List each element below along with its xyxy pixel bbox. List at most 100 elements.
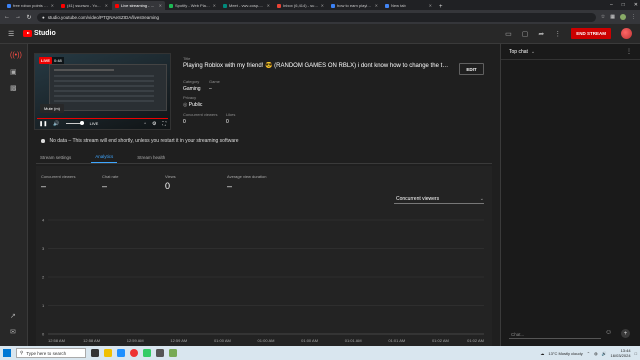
share-icon[interactable]: ➦ <box>538 30 544 38</box>
x-tick-label: 01:01 AM <box>345 338 362 343</box>
manage-icon[interactable]: ▩ <box>10 84 17 92</box>
volume-icon[interactable]: 🔊 <box>53 121 59 127</box>
x-tick-label: 01:01 AM <box>388 338 405 343</box>
url-field[interactable]: ● studio.youtube.com/video/PTQNAeSZIDA/l… <box>37 12 596 22</box>
y-tick-label: 4 <box>42 218 45 223</box>
emoji-icon[interactable]: ☺ <box>605 329 612 336</box>
browser-avatar[interactable] <box>620 14 626 20</box>
pause-icon[interactable]: ❚❚ <box>39 121 47 127</box>
x-tick-label: 01:00 AM <box>214 338 231 343</box>
status-dot-icon <box>41 139 45 143</box>
x-tick-label: 12:59 AM <box>170 338 187 343</box>
weather-text: 13°C Mostly cloudy <box>548 350 583 356</box>
browser-tab[interactable]: (41) ssunwo - YouTube✕ <box>58 1 111 10</box>
volume-slider[interactable] <box>65 121 84 126</box>
tab-close-icon[interactable]: ✕ <box>213 3 216 8</box>
end-stream-button[interactable]: END STREAM <box>571 28 611 39</box>
top-chat-selector[interactable]: Top chat <box>509 49 528 55</box>
tab-close-icon[interactable]: ✕ <box>429 3 432 8</box>
clip-icon[interactable]: ▢ <box>522 30 529 38</box>
lock-icon: ● <box>42 14 45 20</box>
fullscreen-icon[interactable]: ⛶ <box>162 121 166 127</box>
tab-close-icon[interactable]: ✕ <box>105 3 108 8</box>
menu-icon[interactable]: ☰ <box>8 30 15 38</box>
url-text: studio.youtube.com/video/PTQNAeSZIDA/liv… <box>47 14 160 20</box>
tab-close-icon[interactable]: ✕ <box>375 3 378 8</box>
camera-icon[interactable]: ▣ <box>10 68 17 76</box>
tab-close-icon[interactable]: ✕ <box>51 3 54 8</box>
tab-label: New tab <box>391 3 406 8</box>
reload-icon[interactable]: ↻ <box>26 14 32 21</box>
obs-icon[interactable] <box>156 349 164 357</box>
browser-tab[interactable]: Spotify - Web Player: Mu✕ <box>166 1 219 10</box>
search-icon: ⚲ <box>20 350 24 355</box>
settings-icon[interactable]: ⚙ <box>152 121 156 127</box>
export-icon[interactable]: ↗ <box>10 312 16 320</box>
tab-stream-health[interactable]: Stream health <box>133 155 169 163</box>
browser-tab[interactable]: free robux points - Search✕ <box>4 1 57 10</box>
chevron-down-icon: ⌄ <box>479 196 484 202</box>
browser-tab[interactable]: Live streaming - YouTube✕ <box>112 1 165 10</box>
studio-logo[interactable]: Studio <box>23 30 56 37</box>
viewers-chart: 0 1 2 3 4 12:58 AM 12:58 AM 12:59 AM 12:59 AM 01:… <box>42 218 484 343</box>
game-value: – <box>209 86 212 92</box>
stat-value: – <box>227 181 233 191</box>
edge-icon[interactable] <box>117 349 125 357</box>
notifications-icon[interactable]: □ <box>635 351 637 356</box>
wifi-icon[interactable]: ◍ <box>594 351 598 356</box>
privacy-label: Privacy <box>183 95 197 100</box>
tab-favicon-icon <box>61 3 65 8</box>
browser-tab[interactable]: New tab ✕ <box>382 1 435 10</box>
back-icon[interactable]: ← <box>4 14 10 20</box>
channel-avatar[interactable] <box>621 28 632 39</box>
logo-text: Studio <box>34 30 56 37</box>
x-tick-label: 12:59 AM <box>127 338 144 343</box>
tray-up-icon[interactable]: ⌃ <box>587 351 590 356</box>
browser-tab[interactable]: how to earn playing vid✕ <box>328 1 381 10</box>
clock[interactable]: 13:44 16/03/2024 <box>611 348 631 358</box>
more-icon[interactable]: ⋮ <box>554 30 561 38</box>
game-field: Game – <box>209 79 220 92</box>
star-icon[interactable]: ☆ <box>601 14 605 20</box>
tab-analytics[interactable]: Analytics <box>91 154 118 163</box>
window-icon[interactable]: ▭ <box>505 30 512 38</box>
chat-input[interactable]: Chat... <box>509 330 601 339</box>
taskbar-search[interactable]: ⚲ Type here to search <box>16 348 86 358</box>
live-stream-icon[interactable]: ((•)) <box>10 52 22 59</box>
window-controls: – □ ✕ <box>610 0 638 8</box>
forward-icon[interactable]: → <box>15 14 21 20</box>
stream-preview[interactable]: LIVE 0:48 Mute (m) ❚❚ 🔊 LIVE ▫ ⚙ ⛶ <box>34 53 171 130</box>
browser-tab[interactable]: Meet - vwv-cosp-hwf ✕ <box>220 1 273 10</box>
menu-dots-icon[interactable]: ⋮ <box>631 14 636 20</box>
stat-avg-duration: Average view duration – <box>227 174 267 191</box>
player-controls: ❚❚ 🔊 LIVE ▫ ⚙ ⛶ <box>35 118 170 129</box>
status-message: No data – This stream will end shortly, … <box>49 138 239 144</box>
send-icon[interactable]: + <box>621 329 630 338</box>
spotify-icon[interactable] <box>143 349 151 357</box>
x-tick-label: 12:58 AM <box>48 338 65 343</box>
tab-stream-settings[interactable]: Stream settings <box>36 155 75 163</box>
task-view-icon[interactable] <box>91 349 99 357</box>
chevron-down-icon[interactable]: ⌄ <box>531 49 535 55</box>
tab-close-icon[interactable]: ✕ <box>267 3 270 8</box>
close-window-icon[interactable]: ✕ <box>634 2 638 8</box>
volume-tray-icon[interactable]: 🔊 <box>602 351 607 356</box>
maximize-icon[interactable]: □ <box>622 2 625 8</box>
tab-close-icon[interactable]: ✕ <box>321 3 324 8</box>
edit-button[interactable]: EDIT <box>459 63 484 75</box>
file-explorer-icon[interactable] <box>104 349 112 357</box>
captions-icon[interactable]: ▫ <box>144 121 146 127</box>
tab-close-icon[interactable]: ✕ <box>159 3 162 8</box>
feedback-icon[interactable]: ✉ <box>10 328 16 336</box>
minimize-icon[interactable]: – <box>610 2 613 8</box>
concurrent-value: 0 <box>183 119 186 125</box>
browser-tab[interactable]: Inbox (6,414) - sud6251✕ <box>274 1 327 10</box>
chat-menu-icon[interactable]: ⋮ <box>626 48 632 55</box>
tab-favicon-icon <box>7 3 11 8</box>
mute-tooltip: Mute (m) <box>40 104 64 113</box>
minecraft-icon[interactable] <box>169 349 177 357</box>
extensions-icon[interactable]: ▦ <box>610 14 615 20</box>
chrome-icon[interactable] <box>130 349 138 357</box>
metric-dropdown[interactable]: Concurrent viewers ⌄ <box>394 195 484 204</box>
windows-start-icon[interactable] <box>3 349 11 357</box>
